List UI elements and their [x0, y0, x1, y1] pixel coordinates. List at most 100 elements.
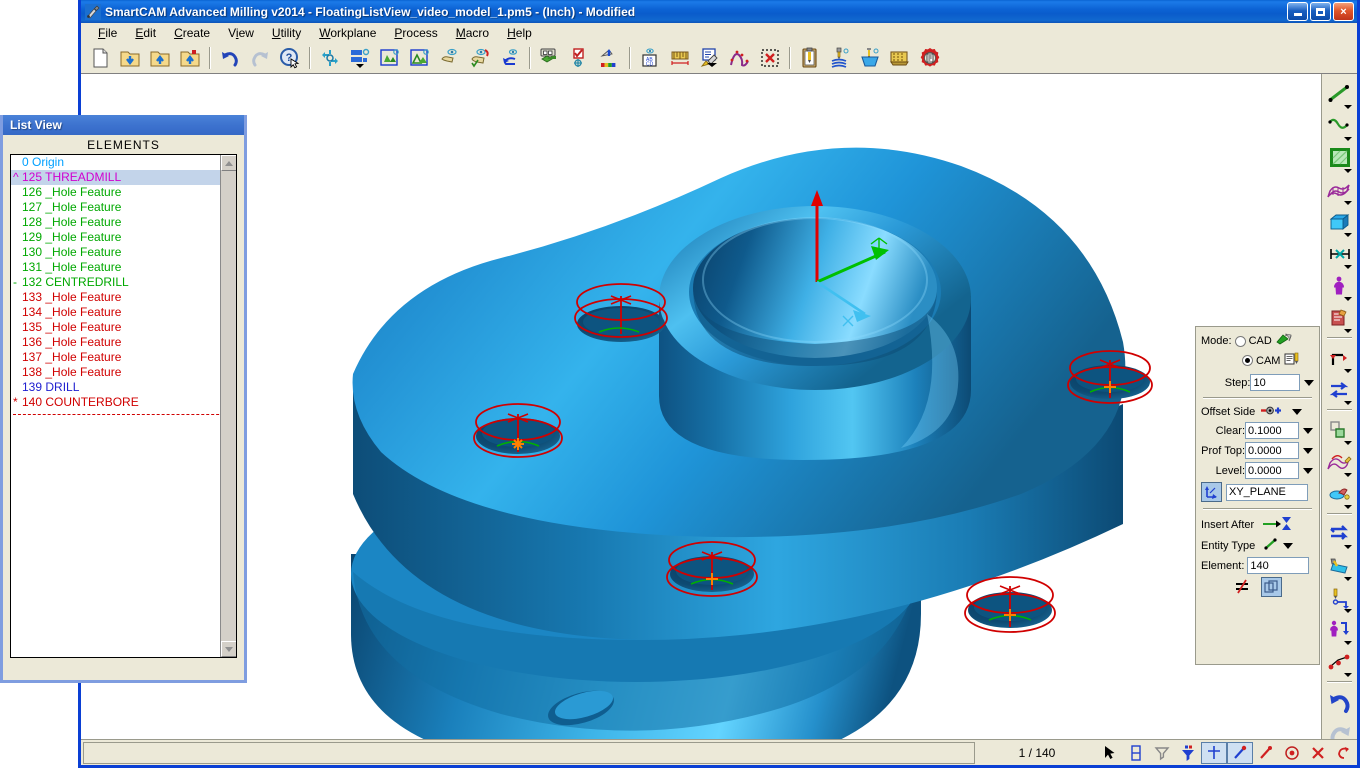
mode-cad-radio[interactable] [1234, 335, 1246, 347]
chevron-down-icon[interactable] [1343, 545, 1352, 549]
mode-cam-radio[interactable] [1242, 355, 1253, 366]
maximize-button[interactable] [1310, 2, 1331, 21]
filter-on-icon[interactable] [1175, 742, 1201, 764]
list-item[interactable]: 136 _Hole Feature [11, 335, 236, 350]
list-item[interactable]: ^ 125 THREADMILL [11, 170, 236, 185]
list-item[interactable]: 130 _Hole Feature [11, 245, 236, 260]
spline-icon[interactable] [726, 45, 754, 72]
level-dropdown-arrow[interactable] [1303, 467, 1313, 474]
chevron-down-icon[interactable] [1343, 137, 1352, 141]
snap-center-icon[interactable] [1279, 742, 1305, 764]
copy-element-icon[interactable] [1261, 577, 1282, 597]
menu-item-edit[interactable]: Edit [126, 24, 165, 42]
view-display-icon[interactable] [466, 45, 494, 72]
scroll-up-arrow[interactable] [221, 155, 236, 171]
list-item[interactable]: * 140 COUNTERBORE [11, 395, 236, 410]
prof-top-dropdown-arrow[interactable] [1303, 447, 1313, 454]
menu-item-help[interactable]: Help [498, 24, 541, 42]
menu-item-create[interactable]: Create [165, 24, 219, 42]
color-palette-icon[interactable] [596, 45, 624, 72]
chevron-down-icon[interactable] [1343, 265, 1352, 269]
list-item[interactable]: 134 _Hole Feature [11, 305, 236, 320]
list-item[interactable]: 127 _Hole Feature [11, 200, 236, 215]
machine-setup-icon[interactable] [916, 45, 944, 72]
menu-item-view[interactable]: View [219, 24, 263, 42]
measure-icon[interactable] [1323, 238, 1357, 270]
select-arrow-icon[interactable] [1097, 742, 1123, 764]
delete-icon[interactable] [756, 45, 784, 72]
snap-midpoint-icon[interactable] [1253, 742, 1279, 764]
new-file-icon[interactable] [86, 45, 114, 72]
menu-item-utility[interactable]: Utility [263, 24, 310, 42]
zoom-all-icon[interactable] [316, 45, 344, 72]
offset-side-dropdown-arrow[interactable] [1292, 409, 1303, 415]
insert-after-icon[interactable] [1262, 516, 1292, 534]
chevron-down-icon[interactable] [1343, 673, 1352, 677]
level-input[interactable]: 0.0000 [1245, 462, 1299, 479]
menu-item-macro[interactable]: Macro [447, 24, 498, 42]
filter-off-icon[interactable] [1149, 742, 1175, 764]
chevron-down-icon[interactable] [1343, 609, 1352, 613]
help-cursor-icon[interactable]: ? [276, 45, 304, 72]
chevron-down-icon[interactable] [1343, 505, 1352, 509]
scroll-down-arrow[interactable] [221, 641, 236, 657]
milling-process-icon[interactable] [1323, 550, 1357, 582]
chevron-down-icon[interactable] [1343, 369, 1352, 373]
menu-item-workplane[interactable]: Workplane [310, 24, 385, 42]
list-item[interactable]: 133 _Hole Feature [11, 290, 236, 305]
prof-top-input[interactable]: 0.0000 [1245, 442, 1299, 459]
workplane-input[interactable]: XY_PLANE [1226, 483, 1308, 501]
not-equal-icon[interactable] [1233, 578, 1251, 597]
figure-process-icon[interactable] [1323, 614, 1357, 646]
chevron-down-icon[interactable] [1343, 233, 1352, 237]
trim-corner-icon[interactable] [1323, 414, 1357, 446]
list-item[interactable]: 128 _Hole Feature [11, 215, 236, 230]
wireframe-view-icon[interactable] [406, 45, 434, 72]
save-file-icon[interactable] [146, 45, 174, 72]
shape-edit-icon[interactable] [1323, 478, 1357, 510]
list-item[interactable]: 129 _Hole Feature [11, 230, 236, 245]
create-mesh-icon[interactable] [1323, 174, 1357, 206]
annotate-icon[interactable] [696, 45, 724, 72]
snap-none-icon[interactable] [1305, 742, 1331, 764]
layer-manager-icon[interactable] [536, 45, 564, 72]
title-bar[interactable]: SmartCAM Advanced Milling v2014 - Floati… [81, 0, 1357, 23]
chevron-down-icon[interactable] [1343, 473, 1352, 477]
create-line-icon[interactable] [1323, 78, 1357, 110]
menu-item-process[interactable]: Process [385, 24, 446, 42]
list-item[interactable]: 131 _Hole Feature [11, 260, 236, 275]
clear-dropdown-arrow[interactable] [1303, 427, 1313, 434]
chevron-down-icon[interactable] [1343, 297, 1352, 301]
list-item[interactable]: 0 Origin [11, 155, 236, 170]
drill-process-icon[interactable] [1323, 582, 1357, 614]
point-process-icon[interactable] [1323, 646, 1357, 678]
surface-edit-icon[interactable] [1323, 446, 1357, 478]
entity-type-icon[interactable] [1263, 537, 1281, 554]
entity-type-dropdown-arrow[interactable] [1283, 542, 1294, 549]
snap-intersection-icon[interactable] [1201, 741, 1227, 764]
redo-icon[interactable] [246, 45, 274, 72]
offset-profile-icon[interactable] [1323, 518, 1357, 550]
chevron-down-icon[interactable] [1343, 441, 1352, 445]
dimension-icon[interactable] [666, 45, 694, 72]
verify-icon[interactable] [566, 45, 594, 72]
list-view-titlebar[interactable]: List View [3, 115, 244, 135]
menu-item-file[interactable]: File [89, 24, 126, 42]
close-button[interactable]: × [1333, 2, 1354, 21]
list-item[interactable]: 139 DRILL [11, 380, 236, 395]
list-item[interactable]: -132 CENTREDRILL [11, 275, 236, 290]
move-transform-icon[interactable] [1323, 342, 1357, 374]
minimize-button[interactable] [1287, 2, 1308, 21]
chevron-down-icon[interactable] [1343, 105, 1352, 109]
chevron-down-icon[interactable] [1343, 641, 1352, 645]
snap-tangent-icon[interactable] [1331, 742, 1357, 764]
undo-icon[interactable] [216, 45, 244, 72]
chevron-down-icon[interactable] [1343, 169, 1352, 173]
list-item[interactable]: 135 _Hole Feature [11, 320, 236, 335]
pocket-icon[interactable] [856, 45, 884, 72]
view-layout-icon[interactable] [346, 45, 374, 72]
clear-input[interactable]: 0.1000 [1245, 422, 1299, 439]
elements-listbox[interactable]: 0 Origin ^ 125 THREADMILL 126 _Hole Feature… [10, 154, 237, 658]
element-toggle-icon[interactable] [1123, 742, 1149, 764]
restore-view-icon[interactable] [496, 45, 524, 72]
